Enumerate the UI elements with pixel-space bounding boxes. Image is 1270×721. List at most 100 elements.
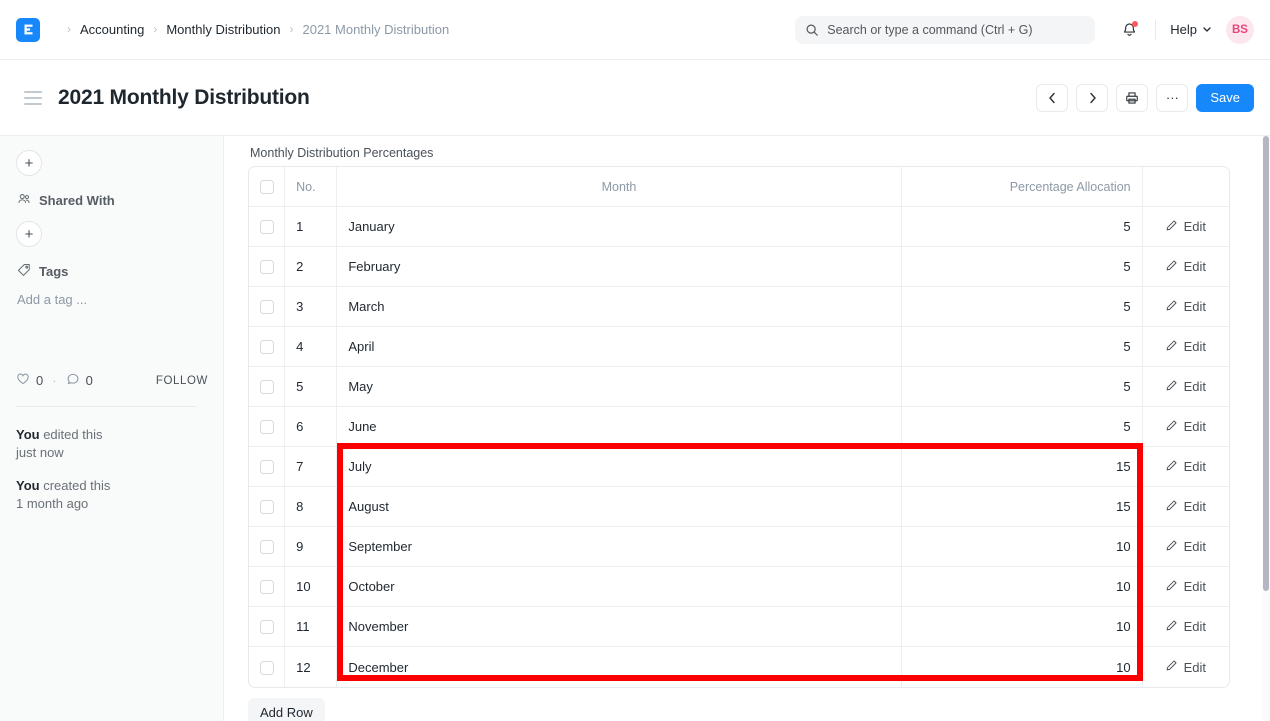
comment-counter[interactable]: 0 [66, 372, 93, 389]
cell-percentage-allocation[interactable]: 5 [902, 207, 1143, 247]
breadcrumb-separator: › [67, 23, 71, 35]
edit-row-button[interactable]: Edit [1154, 419, 1206, 435]
breadcrumb-item-accounting[interactable]: Accounting [80, 22, 144, 37]
edit-row-button[interactable]: Edit [1154, 619, 1206, 635]
table-row[interactable]: 11November10Edit [249, 607, 1229, 647]
follow-button[interactable]: FOLLOW [156, 375, 208, 387]
select-all-checkbox[interactable] [260, 180, 274, 194]
column-header-percentage[interactable]: Percentage Allocation [902, 167, 1143, 207]
row-checkbox[interactable] [260, 661, 274, 675]
cell-month[interactable]: June [337, 407, 901, 447]
cell-month[interactable]: August [337, 487, 901, 527]
scrollbar-track[interactable] [1262, 136, 1270, 721]
save-button[interactable]: Save [1196, 84, 1254, 112]
activity-time: just now [16, 444, 211, 462]
activity-time: 1 month ago [16, 495, 211, 513]
cell-month[interactable]: October [337, 567, 901, 607]
row-number: 10 [285, 567, 337, 607]
cell-month[interactable]: July [337, 447, 901, 487]
cell-percentage-allocation[interactable]: 5 [902, 327, 1143, 367]
edit-row-button[interactable]: Edit [1154, 499, 1206, 515]
cell-month[interactable]: January [337, 207, 901, 247]
cell-month[interactable]: March [337, 287, 901, 327]
row-checkbox[interactable] [260, 420, 274, 434]
edit-label: Edit [1184, 499, 1206, 514]
add-tag-input[interactable]: Add a tag ... [17, 292, 207, 307]
edit-label: Edit [1184, 299, 1206, 314]
cell-percentage-allocation[interactable]: 10 [902, 567, 1143, 607]
edit-row-button[interactable]: Edit [1154, 259, 1206, 275]
tag-icon [17, 263, 31, 280]
cell-percentage-allocation[interactable]: 15 [902, 447, 1143, 487]
add-shared-user-button[interactable]: + [16, 221, 42, 247]
row-checkbox[interactable] [260, 300, 274, 314]
prev-button[interactable] [1036, 84, 1068, 112]
main-content: Monthly Distribution Percentages No. Mon… [224, 136, 1270, 721]
row-checkbox[interactable] [260, 620, 274, 634]
like-counter[interactable]: 0 [16, 372, 43, 389]
search-box[interactable] [795, 16, 1095, 44]
row-checkbox[interactable] [260, 380, 274, 394]
search-input[interactable] [827, 23, 1082, 37]
navbar-divider [1155, 20, 1156, 40]
row-checkbox[interactable] [260, 540, 274, 554]
edit-row-button[interactable]: Edit [1154, 339, 1206, 355]
erp-logo-icon[interactable] [16, 18, 40, 42]
cell-edit: Edit [1143, 647, 1229, 687]
table-row[interactable]: 9September10Edit [249, 527, 1229, 567]
column-header-month[interactable]: Month [337, 167, 901, 207]
help-menu[interactable]: Help [1170, 22, 1212, 37]
table-row[interactable]: 2February5Edit [249, 247, 1229, 287]
edit-row-button[interactable]: Edit [1154, 459, 1206, 475]
heart-icon [16, 372, 30, 389]
cell-percentage-allocation[interactable]: 5 [902, 287, 1143, 327]
add-row-button[interactable]: Add Row [248, 698, 325, 721]
edit-row-button[interactable]: Edit [1154, 579, 1206, 595]
table-row[interactable]: 8August15Edit [249, 487, 1229, 527]
row-checkbox[interactable] [260, 220, 274, 234]
pencil-icon [1165, 379, 1178, 395]
cell-percentage-allocation[interactable]: 10 [902, 607, 1143, 647]
cell-month[interactable]: November [337, 607, 901, 647]
breadcrumb-item-monthly-distribution[interactable]: Monthly Distribution [166, 22, 280, 37]
add-assignment-button[interactable]: + [16, 150, 42, 176]
row-checkbox[interactable] [260, 580, 274, 594]
table-row[interactable]: 10October10 Edit [249, 567, 1229, 607]
row-checkbox[interactable] [260, 260, 274, 274]
printer-icon[interactable] [1116, 84, 1148, 112]
row-checkbox[interactable] [260, 340, 274, 354]
cell-month[interactable]: December [337, 647, 901, 687]
row-checkbox[interactable] [260, 500, 274, 514]
table-row[interactable]: 12December10Edit [249, 647, 1229, 687]
cell-percentage-allocation[interactable]: 5 [902, 407, 1143, 447]
table-row[interactable]: 4April5Edit [249, 327, 1229, 367]
avatar[interactable]: BS [1226, 16, 1254, 44]
edit-row-button[interactable]: Edit [1154, 299, 1206, 315]
table-row[interactable]: 5May5Edit [249, 367, 1229, 407]
cell-percentage-allocation[interactable]: 5 [902, 367, 1143, 407]
table-row[interactable]: 7July15Edit [249, 447, 1229, 487]
hamburger-icon[interactable] [24, 91, 42, 105]
bell-icon[interactable] [1117, 18, 1141, 42]
edit-row-button[interactable]: Edit [1154, 379, 1206, 395]
cell-month[interactable]: February [337, 247, 901, 287]
pencil-icon [1165, 619, 1178, 635]
cell-percentage-allocation[interactable]: 15 [902, 487, 1143, 527]
table-row[interactable]: 6June5Edit [249, 407, 1229, 447]
scrollbar-thumb[interactable] [1263, 136, 1269, 591]
column-header-no[interactable]: No. [285, 167, 337, 207]
cell-percentage-allocation[interactable]: 10 [902, 647, 1143, 687]
cell-month[interactable]: September [337, 527, 901, 567]
table-row[interactable]: 1January5Edit [249, 207, 1229, 247]
table-row[interactable]: 3March5Edit [249, 287, 1229, 327]
edit-row-button[interactable]: Edit [1154, 659, 1206, 675]
edit-row-button[interactable]: Edit [1154, 219, 1206, 235]
cell-percentage-allocation[interactable]: 10 [902, 527, 1143, 567]
cell-percentage-allocation[interactable]: 5 [902, 247, 1143, 287]
cell-month[interactable]: May [337, 367, 901, 407]
more-options-button[interactable]: ··· [1156, 84, 1188, 112]
cell-month[interactable]: April [337, 327, 901, 367]
row-checkbox[interactable] [260, 460, 274, 474]
edit-row-button[interactable]: Edit [1154, 539, 1206, 555]
next-button[interactable] [1076, 84, 1108, 112]
